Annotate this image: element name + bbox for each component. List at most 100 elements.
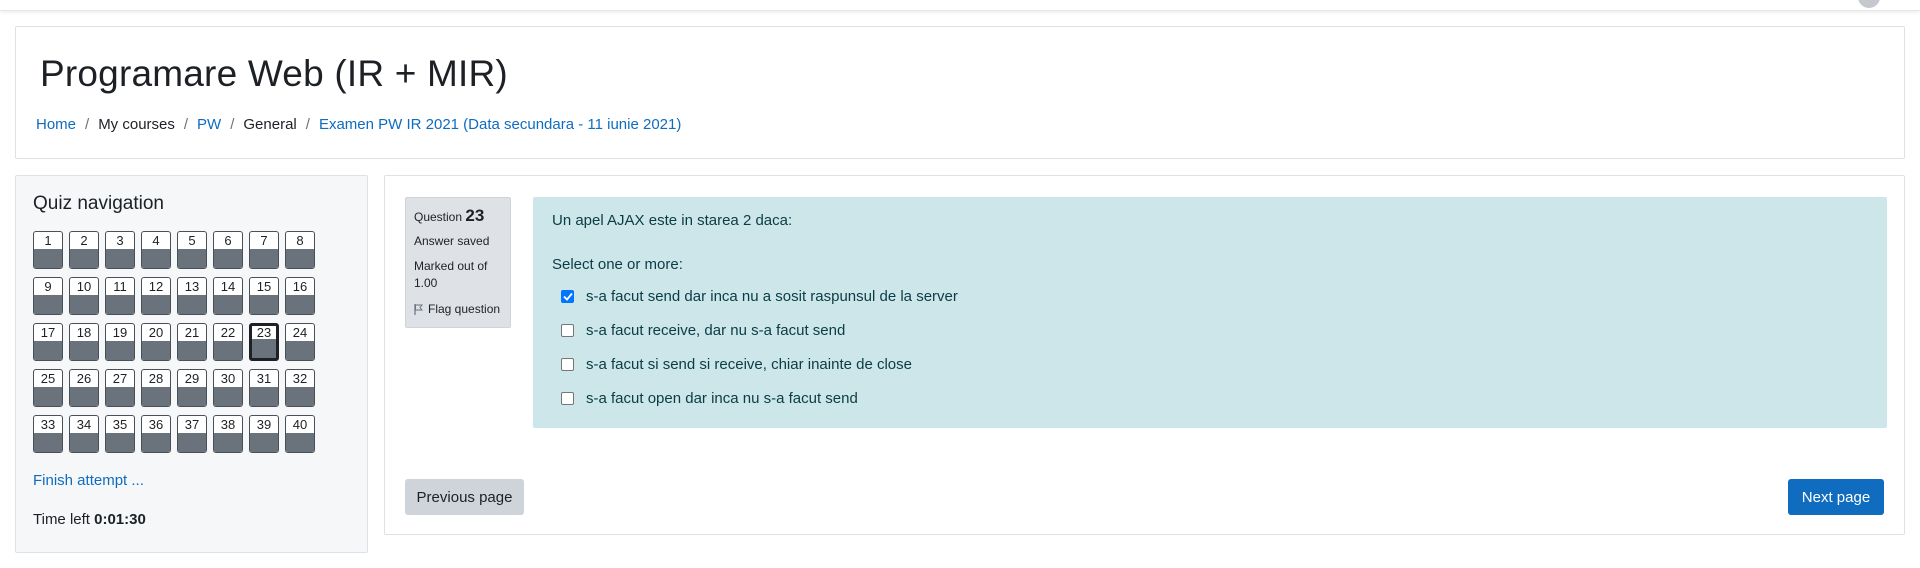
quiz-nav-button-22[interactable]: 22: [213, 323, 243, 361]
quiz-navigation-block: Quiz navigation 1 2 3 4 5 6 7 8 9 10 11 12 13 14 15 16 1…: [15, 175, 368, 553]
answered-indicator: [214, 387, 242, 406]
answer-checkbox[interactable]: [561, 357, 574, 371]
answered-indicator: [106, 433, 134, 452]
quiz-nav-number: 7: [260, 233, 268, 248]
question-grid: 1 2 3 4 5 6 7 8 9 10 11 12 13 14 15 16 17 18 19 20 21 22 23 24 2…: [33, 231, 315, 453]
quiz-nav-button-29[interactable]: 29: [177, 369, 207, 407]
quiz-nav-button-17[interactable]: 17: [33, 323, 63, 361]
quiz-nav-button-7[interactable]: 7: [249, 231, 279, 269]
flag-question-button[interactable]: Flag question: [414, 302, 502, 316]
question-number-value: 23: [465, 206, 485, 225]
quiz-nav-button-39[interactable]: 39: [249, 415, 279, 453]
answered-indicator: [70, 387, 98, 406]
user-avatar[interactable]: [1858, 0, 1880, 8]
quiz-nav-button-1[interactable]: 1: [33, 231, 63, 269]
answered-indicator: [34, 249, 62, 268]
quiz-nav-number: 8: [296, 233, 304, 248]
quiz-nav-button-38[interactable]: 38: [213, 415, 243, 453]
next-page-button[interactable]: Next page: [1788, 479, 1884, 515]
quiz-nav-button-2[interactable]: 2: [69, 231, 99, 269]
breadcrumb-item[interactable]: Examen PW IR 2021 (Data secundara - 11 i…: [319, 116, 681, 133]
answered-indicator: [252, 339, 276, 358]
quiz-nav-button-20[interactable]: 20: [141, 323, 171, 361]
quiz-nav-button-30[interactable]: 30: [213, 369, 243, 407]
quiz-nav-button-34[interactable]: 34: [69, 415, 99, 453]
quiz-nav-button-21[interactable]: 21: [177, 323, 207, 361]
breadcrumb-separator: /: [305, 116, 310, 133]
finish-attempt-link[interactable]: Finish attempt ...: [33, 472, 144, 489]
answered-indicator: [178, 341, 206, 360]
answer-checkbox[interactable]: [561, 289, 574, 303]
quiz-nav-button-4[interactable]: 4: [141, 231, 171, 269]
quiz-nav-button-18[interactable]: 18: [69, 323, 99, 361]
quiz-nav-button-40[interactable]: 40: [285, 415, 315, 453]
quiz-nav-button-36[interactable]: 36: [141, 415, 171, 453]
answered-indicator: [286, 433, 314, 452]
quiz-nav-button-10[interactable]: 10: [69, 277, 99, 315]
quiz-nav-number: 12: [148, 279, 164, 294]
quiz-nav-button-19[interactable]: 19: [105, 323, 135, 361]
quiz-nav-number: 36: [148, 417, 164, 432]
quiz-nav-number: 9: [44, 279, 52, 294]
quiz-nav-button-26[interactable]: 26: [69, 369, 99, 407]
quiz-nav-button-5[interactable]: 5: [177, 231, 207, 269]
quiz-nav-button-16[interactable]: 16: [285, 277, 315, 315]
answered-indicator: [70, 341, 98, 360]
answered-indicator: [178, 387, 206, 406]
answer-checkbox[interactable]: [561, 323, 574, 337]
answered-indicator: [286, 249, 314, 268]
question-text: Un apel AJAX este in starea 2 daca:: [552, 212, 793, 229]
quiz-nav-number: 2: [80, 233, 88, 248]
quiz-nav-number: 26: [76, 371, 92, 386]
quiz-nav-number: 18: [76, 325, 92, 340]
quiz-nav-button-6[interactable]: 6: [213, 231, 243, 269]
quiz-nav-number: 37: [184, 417, 200, 432]
quiz-nav-button-14[interactable]: 14: [213, 277, 243, 315]
page-header: Programare Web (IR + MIR) Home / My course…: [15, 26, 1905, 159]
quiz-nav-button-12[interactable]: 12: [141, 277, 171, 315]
quiz-nav-button-33[interactable]: 33: [33, 415, 63, 453]
quiz-nav-button-27[interactable]: 27: [105, 369, 135, 407]
quiz-nav-button-11[interactable]: 11: [105, 277, 135, 315]
answer-option[interactable]: s-a facut receive, dar nu s-a facut send: [561, 313, 958, 347]
quiz-nav-button-25[interactable]: 25: [33, 369, 63, 407]
quiz-nav-button-8[interactable]: 8: [285, 231, 315, 269]
quiz-nav-number: 17: [40, 325, 56, 340]
answer-checkbox[interactable]: [561, 391, 574, 405]
quiz-nav-number: 20: [148, 325, 164, 340]
quiz-nav-number: 27: [112, 371, 128, 386]
breadcrumb-item[interactable]: PW: [197, 116, 221, 133]
quiz-nav-number: 22: [220, 325, 236, 340]
flag-question-label: Flag question: [428, 302, 501, 316]
quiz-nav-button-13[interactable]: 13: [177, 277, 207, 315]
answer-label: s-a facut send dar inca nu a sosit raspu…: [586, 287, 958, 305]
answered-indicator: [286, 341, 314, 360]
answered-indicator: [70, 433, 98, 452]
quiz-nav-button-9[interactable]: 9: [33, 277, 63, 315]
quiz-nav-button-23[interactable]: 23: [249, 323, 279, 361]
quiz-nav-number: 23: [256, 325, 272, 340]
answered-indicator: [214, 249, 242, 268]
flag-icon: [414, 303, 423, 315]
time-left-value: 0:01:30: [94, 511, 146, 528]
quiz-nav-button-15[interactable]: 15: [249, 277, 279, 315]
answer-option[interactable]: s-a facut si send si receive, chiar inai…: [561, 347, 958, 381]
question-block: Question 23 Answer saved Marked out of 1…: [384, 175, 1905, 535]
answer-option[interactable]: s-a facut send dar inca nu a sosit raspu…: [561, 279, 958, 313]
quiz-nav-button-35[interactable]: 35: [105, 415, 135, 453]
answered-indicator: [214, 341, 242, 360]
quiz-nav-button-24[interactable]: 24: [285, 323, 315, 361]
quiz-nav-button-37[interactable]: 37: [177, 415, 207, 453]
answer-option[interactable]: s-a facut open dar inca nu s-a facut sen…: [561, 381, 958, 415]
quiz-nav-button-32[interactable]: 32: [285, 369, 315, 407]
answered-indicator: [142, 249, 170, 268]
quiz-nav-number: 29: [184, 371, 200, 386]
quiz-nav-button-28[interactable]: 28: [141, 369, 171, 407]
previous-page-button[interactable]: Previous page: [405, 479, 524, 515]
answered-indicator: [34, 295, 62, 314]
breadcrumb-item[interactable]: Home: [36, 116, 76, 133]
quiz-nav-number: 10: [76, 279, 92, 294]
quiz-nav-button-31[interactable]: 31: [249, 369, 279, 407]
check-icon: [562, 292, 573, 301]
quiz-nav-button-3[interactable]: 3: [105, 231, 135, 269]
